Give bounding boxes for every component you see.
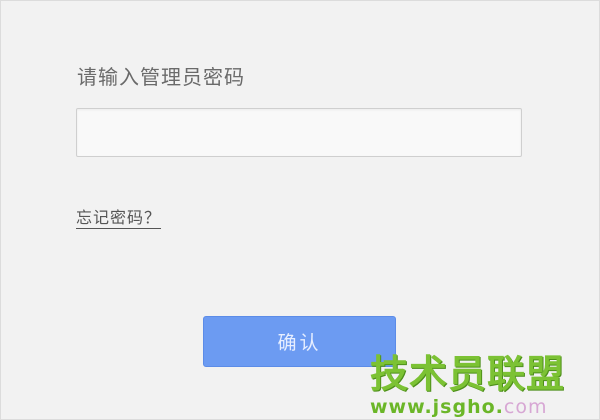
login-dialog: 请输入管理员密码 忘记密码？ 确认 [0, 0, 600, 420]
password-prompt-label: 请输入管理员密码 [77, 65, 245, 89]
password-input[interactable] [76, 108, 522, 157]
confirm-button[interactable]: 确认 [203, 316, 396, 367]
forgot-password-link[interactable]: 忘记密码？ [76, 206, 161, 230]
